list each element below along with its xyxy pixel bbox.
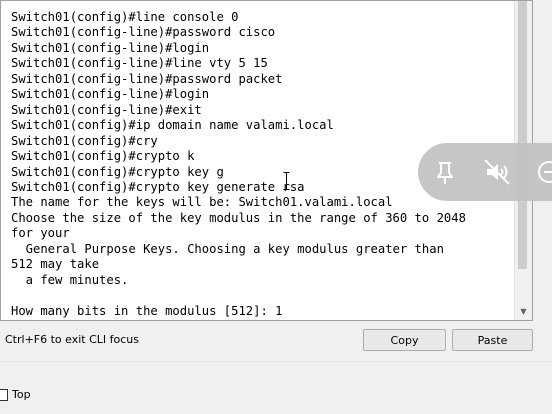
copy-button[interactable]: Copy — [363, 329, 446, 351]
floating-media-toolbar — [418, 143, 552, 201]
terminal-line: 512 may take — [11, 257, 100, 272]
minus-circle-icon[interactable] — [534, 157, 552, 187]
pin-icon[interactable] — [430, 157, 460, 187]
scrollbar-thumb[interactable] — [518, 1, 527, 269]
terminal-line: a few minutes. — [11, 272, 129, 287]
speaker-muted-icon[interactable] — [482, 157, 512, 187]
terminal-line: Switch01(config-line)#exit — [11, 102, 202, 117]
terminal-line: Switch01(config)#ip domain name valami.l… — [11, 118, 334, 133]
terminal-line: Switch01(config-line)#password cisco — [11, 25, 276, 40]
cli-focus-hint: Ctrl+F6 to exit CLI focus — [5, 333, 140, 346]
top-label: Top — [12, 388, 31, 401]
top-option[interactable]: Top — [0, 388, 31, 401]
scroll-down-arrow-icon[interactable]: ▼ — [515, 303, 532, 320]
terminal-line: How many bits in the modulus [512]: 1 — [11, 303, 283, 318]
terminal-line: General Purpose Keys. Choosing a key mod… — [11, 241, 444, 256]
terminal-line: Switch01(config-line)#login — [11, 40, 210, 55]
i-beam-cursor-icon — [283, 172, 290, 190]
terminal-line: Switch01(config-line)#password packet — [11, 71, 283, 86]
terminal-line: Switch01(config-line)#login — [11, 87, 210, 102]
divider — [0, 361, 552, 362]
paste-button[interactable]: Paste — [452, 329, 533, 351]
terminal-line: Choose the size of the key modulus in th… — [11, 210, 466, 225]
top-checkbox[interactable] — [0, 388, 8, 401]
terminal-line: Switch01(config)#line console 0 — [11, 10, 239, 24]
terminal-line: for your — [11, 226, 70, 241]
terminal-line: Switch01(config-line)#line vty 5 15 — [11, 56, 268, 71]
